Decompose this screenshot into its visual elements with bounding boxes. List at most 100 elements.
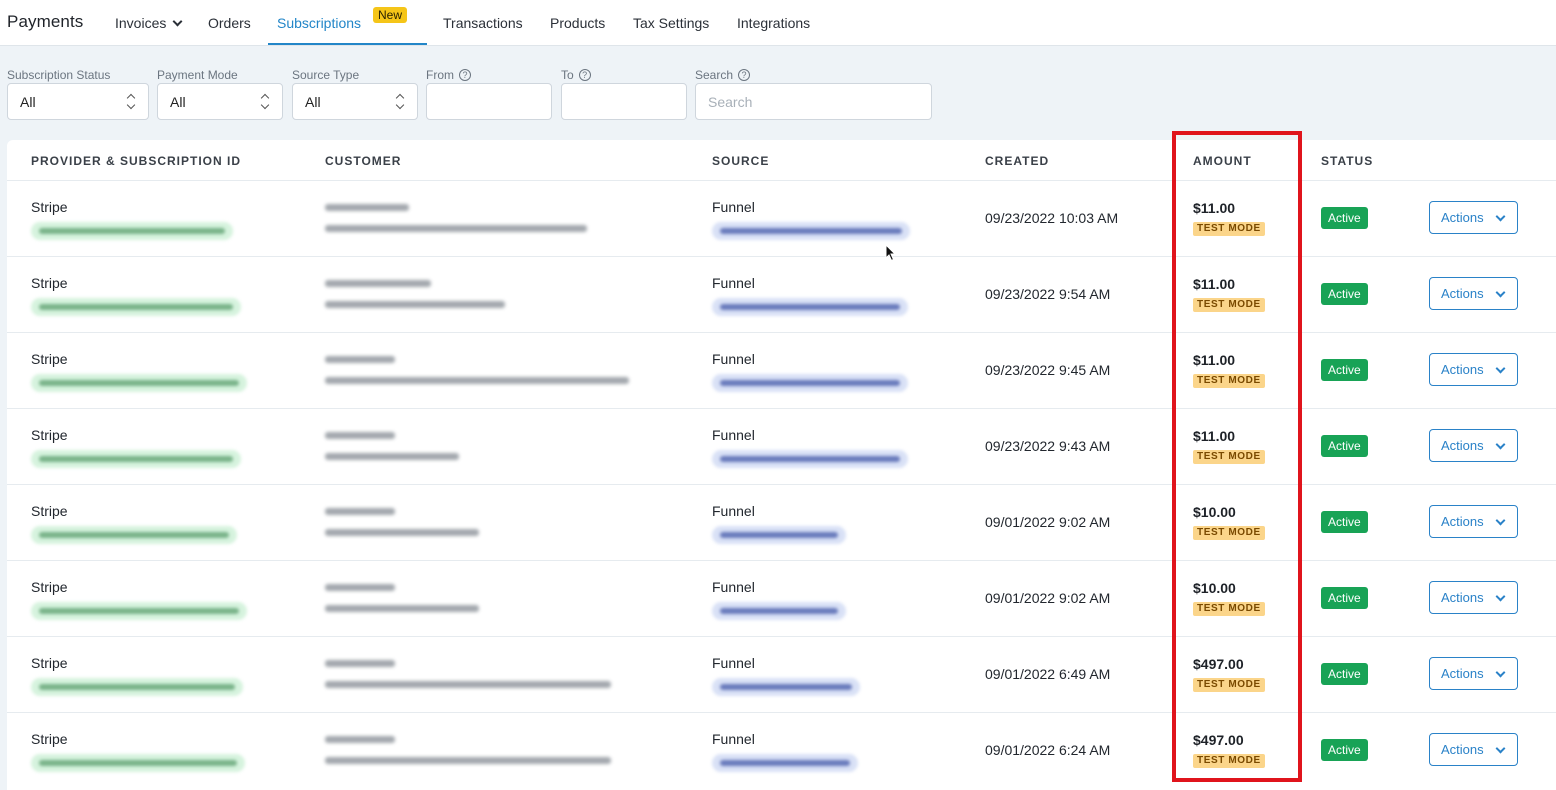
new-badge: New <box>373 7 408 23</box>
actions-button[interactable]: Actions <box>1429 277 1518 310</box>
chevron-down-icon <box>1495 363 1506 374</box>
row-divider <box>7 180 1556 181</box>
customer-name <box>325 584 395 591</box>
source-link[interactable] <box>712 222 910 240</box>
mouse-pointer-icon <box>885 244 897 262</box>
search-input[interactable]: Search <box>695 83 932 120</box>
customer-name <box>325 204 409 211</box>
subscription-id[interactable] <box>31 450 241 468</box>
source-link[interactable] <box>712 602 846 620</box>
created-date: 09/01/2022 6:24 AM <box>985 742 1111 758</box>
source-link[interactable] <box>712 298 908 316</box>
status-badge: Active <box>1321 435 1368 457</box>
source-link[interactable] <box>712 754 858 772</box>
top-nav: Payments Invoices Orders Subscriptions N… <box>0 0 1556 46</box>
created-date: 09/23/2022 10:03 AM <box>985 210 1119 226</box>
source-link[interactable] <box>712 526 846 544</box>
subscription-id[interactable] <box>31 678 243 696</box>
created-date: 09/23/2022 9:45 AM <box>985 362 1111 378</box>
chevron-down-icon <box>1495 515 1506 526</box>
created-date: 09/01/2022 9:02 AM <box>985 590 1111 606</box>
source-type: Funnel <box>712 579 755 595</box>
created-date: 09/23/2022 9:43 AM <box>985 438 1111 454</box>
created-date: 09/01/2022 9:02 AM <box>985 514 1111 530</box>
header-status: STATUS <box>1321 154 1374 168</box>
payment-mode-select[interactable]: All <box>157 83 283 120</box>
actions-label: Actions <box>1441 742 1484 757</box>
chevron-down-icon <box>1495 743 1506 754</box>
select-updown-icon <box>260 93 270 111</box>
customer-email <box>325 225 587 232</box>
actions-label: Actions <box>1441 286 1484 301</box>
chevron-down-icon <box>1495 287 1506 298</box>
amount-column-highlight <box>1172 131 1302 782</box>
status-badge: Active <box>1321 207 1368 229</box>
actions-label: Actions <box>1441 590 1484 605</box>
created-date: 09/01/2022 6:49 AM <box>985 666 1111 682</box>
source-type-select[interactable]: All <box>292 83 418 120</box>
customer-email <box>325 301 505 308</box>
nav-transactions[interactable]: Transactions <box>443 15 523 31</box>
nav-integrations[interactable]: Integrations <box>737 15 810 31</box>
header-provider: PROVIDER & SUBSCRIPTION ID <box>31 154 242 168</box>
provider-name: Stripe <box>31 351 68 367</box>
actions-button[interactable]: Actions <box>1429 429 1518 462</box>
row-divider <box>7 256 1556 257</box>
source-type: Funnel <box>712 655 755 671</box>
customer-name <box>325 356 395 363</box>
source-link[interactable] <box>712 374 908 392</box>
provider-name: Stripe <box>31 503 68 519</box>
from-label: From? <box>426 68 471 82</box>
source-link[interactable] <box>712 678 860 696</box>
actions-button[interactable]: Actions <box>1429 581 1518 614</box>
subscription-id[interactable] <box>31 298 241 316</box>
actions-button[interactable]: Actions <box>1429 505 1518 538</box>
customer-email <box>325 529 479 536</box>
from-date-input[interactable] <box>426 83 552 120</box>
actions-button[interactable]: Actions <box>1429 201 1518 234</box>
search-label: Search? <box>695 68 751 82</box>
provider-name: Stripe <box>31 275 68 291</box>
customer-name <box>325 660 395 667</box>
subscription-id[interactable] <box>31 602 247 620</box>
customer-email <box>325 757 611 764</box>
nav-invoices[interactable]: Invoices <box>115 15 183 31</box>
help-circle-icon[interactable]: ? <box>738 69 751 81</box>
subscription-id[interactable] <box>31 754 245 772</box>
subscription-id[interactable] <box>31 222 233 240</box>
nav-tax-settings[interactable]: Tax Settings <box>633 15 709 31</box>
chevron-down-icon <box>1495 211 1506 222</box>
page-title: Payments <box>7 12 84 31</box>
to-date-input[interactable] <box>561 83 687 120</box>
row-divider <box>7 332 1556 333</box>
actions-button[interactable]: Actions <box>1429 733 1518 766</box>
payment-mode-value: All <box>170 93 186 110</box>
actions-button[interactable]: Actions <box>1429 657 1518 690</box>
actions-label: Actions <box>1441 438 1484 453</box>
actions-button[interactable]: Actions <box>1429 353 1518 386</box>
header-created: CREATED <box>985 154 1050 168</box>
nav-subscriptions[interactable]: Subscriptions <box>277 15 361 31</box>
nav-orders[interactable]: Orders <box>208 15 251 31</box>
source-type: Funnel <box>712 427 755 443</box>
actions-label: Actions <box>1441 514 1484 529</box>
actions-label: Actions <box>1441 666 1484 681</box>
chevron-down-icon <box>172 16 183 27</box>
subscription-id[interactable] <box>31 526 237 544</box>
nav-invoices-label: Invoices <box>115 15 167 31</box>
source-type: Funnel <box>712 199 755 215</box>
help-circle-icon[interactable]: ? <box>578 69 591 81</box>
status-badge: Active <box>1321 511 1368 533</box>
status-badge: Active <box>1321 359 1368 381</box>
chevron-down-icon <box>1495 591 1506 602</box>
customer-name <box>325 508 395 515</box>
customer-email <box>325 453 459 460</box>
subscription-id[interactable] <box>31 374 247 392</box>
help-circle-icon[interactable]: ? <box>459 69 471 81</box>
subscription-status-value: All <box>20 93 36 110</box>
nav-products[interactable]: Products <box>550 15 605 31</box>
subscription-status-select[interactable]: All <box>7 83 149 120</box>
source-link[interactable] <box>712 450 908 468</box>
provider-name: Stripe <box>31 199 68 215</box>
select-updown-icon <box>126 93 136 111</box>
